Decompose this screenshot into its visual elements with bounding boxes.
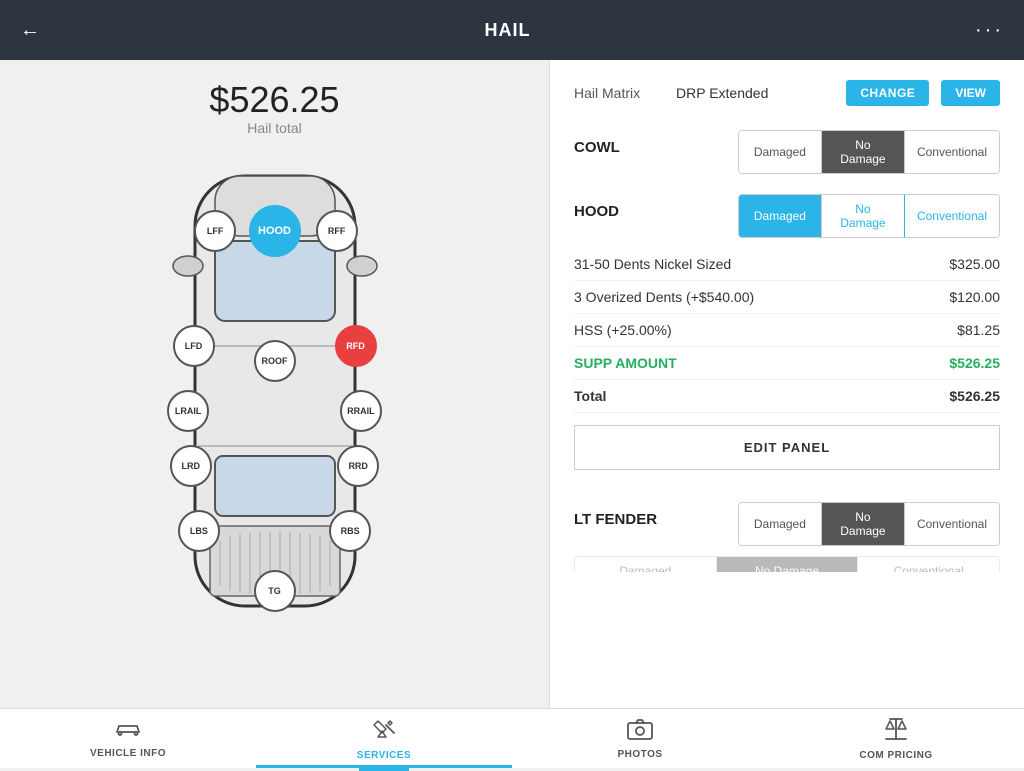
line-item-dents-label: 31-50 Dents Nickel Sized bbox=[574, 256, 731, 272]
car-icon bbox=[114, 719, 142, 745]
panel-rbs[interactable]: RBS bbox=[329, 510, 371, 552]
header: ← HAIL ··· bbox=[0, 0, 1024, 60]
nav-photos[interactable]: PHOTOS bbox=[512, 710, 768, 768]
back-button[interactable]: ← bbox=[20, 19, 40, 42]
hail-matrix-label: Hail Matrix bbox=[574, 85, 664, 101]
line-item-dents: 31-50 Dents Nickel Sized $325.00 bbox=[574, 248, 1000, 281]
panel-lbs[interactable]: LBS bbox=[178, 510, 220, 552]
panel-roof[interactable]: ROOF bbox=[254, 340, 296, 382]
nav-com-pricing[interactable]: COM PRICING bbox=[768, 709, 1024, 769]
hood-damaged-btn[interactable]: Damaged bbox=[739, 195, 822, 237]
panel-lrail[interactable]: LRAIL bbox=[167, 390, 209, 432]
hood-nodamage-btn[interactable]: No Damage bbox=[822, 195, 905, 237]
lt-fender-partial-btn1: Damaged bbox=[575, 557, 717, 572]
camera-icon bbox=[626, 718, 654, 746]
lt-fender-damaged-btn[interactable]: Damaged bbox=[739, 503, 822, 545]
hail-total-label: Hail total bbox=[247, 120, 301, 136]
line-item-total: Total $526.25 bbox=[574, 380, 1000, 413]
panel-lrd[interactable]: LRD bbox=[170, 445, 212, 487]
view-button[interactable]: VIEW bbox=[941, 80, 1000, 106]
nav-vehicle-info[interactable]: VEHICLE INFO bbox=[0, 711, 256, 767]
line-item-dents-value: $325.00 bbox=[949, 256, 1000, 272]
hood-header-row: HOOD Damaged No Damage Conventional bbox=[574, 194, 1000, 238]
line-item-oversize: 3 Overized Dents (+$540.00) $120.00 bbox=[574, 281, 1000, 314]
nav-services[interactable]: SERVICES bbox=[256, 709, 512, 769]
cowl-nodamage-btn[interactable]: No Damage bbox=[822, 131, 905, 173]
cowl-toggle-group: Damaged No Damage Conventional bbox=[738, 130, 1000, 174]
nav-photos-label: PHOTOS bbox=[617, 749, 662, 760]
lt-fender-partial-btn2: No Damage bbox=[717, 557, 859, 572]
line-item-hss: HSS (+25.00%) $81.25 bbox=[574, 314, 1000, 347]
edit-panel-button[interactable]: EDIT PANEL bbox=[574, 425, 1000, 470]
left-panel: $526.25 Hail total bbox=[0, 60, 550, 708]
line-item-total-value: $526.25 bbox=[949, 388, 1000, 404]
lt-fender-conventional-btn[interactable]: Conventional bbox=[905, 503, 999, 545]
nav-com-pricing-label: COM PRICING bbox=[859, 750, 932, 761]
line-item-total-label: Total bbox=[574, 388, 606, 404]
line-item-hss-label: HSS (+25.00%) bbox=[574, 322, 672, 338]
line-item-oversize-label: 3 Overized Dents (+$540.00) bbox=[574, 289, 754, 305]
nav-vehicle-info-label: VEHICLE INFO bbox=[90, 748, 166, 759]
cowl-section: COWL Damaged No Damage Conventional bbox=[574, 130, 1000, 174]
menu-button[interactable]: ··· bbox=[975, 19, 1004, 42]
lt-fender-header-row: LT FENDER Damaged No Damage Conventional bbox=[574, 502, 1000, 546]
lt-fender-partial-toggle: Damaged No Damage Conventional bbox=[574, 556, 1000, 572]
hail-total-amount: $526.25 bbox=[209, 80, 339, 120]
line-item-supp: SUPP AMOUNT $526.25 bbox=[574, 347, 1000, 380]
line-item-supp-label: SUPP AMOUNT bbox=[574, 355, 677, 371]
nav-services-label: SERVICES bbox=[357, 750, 411, 761]
hood-conventional-btn[interactable]: Conventional bbox=[905, 195, 999, 237]
cowl-header-row: COWL Damaged No Damage Conventional bbox=[574, 130, 1000, 174]
car-diagram: LFF HOOD RFF LFD ROOF RFD LRAIL RRAIL LR… bbox=[140, 146, 410, 646]
page-title: HAIL bbox=[485, 20, 531, 41]
line-item-oversize-value: $120.00 bbox=[949, 289, 1000, 305]
panel-hood[interactable]: HOOD bbox=[249, 205, 301, 257]
hood-title: HOOD bbox=[574, 203, 619, 220]
cowl-title: COWL bbox=[574, 139, 620, 156]
lt-fender-toggle-group: Damaged No Damage Conventional bbox=[738, 502, 1000, 546]
lt-fender-nodamage-btn[interactable]: No Damage bbox=[822, 503, 905, 545]
lt-fender-section: LT FENDER Damaged No Damage Conventional… bbox=[574, 502, 1000, 572]
line-item-hss-value: $81.25 bbox=[957, 322, 1000, 338]
panel-lff[interactable]: LFF bbox=[194, 210, 236, 252]
hood-toggle-group: Damaged No Damage Conventional bbox=[738, 194, 1000, 238]
panel-tg[interactable]: TG bbox=[254, 570, 296, 612]
line-item-supp-value: $526.25 bbox=[949, 355, 1000, 371]
bottom-nav: VEHICLE INFO SERVICES PHOTOS bbox=[0, 708, 1024, 768]
right-panel: Hail Matrix DRP Extended CHANGE VIEW COW… bbox=[550, 60, 1024, 708]
panel-rrail[interactable]: RRAIL bbox=[340, 390, 382, 432]
panel-rff[interactable]: RFF bbox=[316, 210, 358, 252]
tools-icon bbox=[370, 717, 398, 747]
panel-rfd[interactable]: RFD bbox=[335, 325, 377, 367]
panel-lfd[interactable]: LFD bbox=[173, 325, 215, 367]
change-button[interactable]: CHANGE bbox=[846, 80, 929, 106]
hail-matrix-value: DRP Extended bbox=[676, 85, 834, 101]
panel-rrd[interactable]: RRD bbox=[337, 445, 379, 487]
scale-icon bbox=[882, 717, 910, 747]
cowl-damaged-btn[interactable]: Damaged bbox=[739, 131, 822, 173]
cowl-conventional-btn[interactable]: Conventional bbox=[905, 131, 999, 173]
hood-section: HOOD Damaged No Damage Conventional 31-5… bbox=[574, 194, 1000, 482]
lt-fender-title: LT FENDER bbox=[574, 511, 657, 528]
lt-fender-partial-btn3: Conventional bbox=[858, 557, 999, 572]
main-content: $526.25 Hail total bbox=[0, 60, 1024, 708]
hail-matrix-row: Hail Matrix DRP Extended CHANGE VIEW bbox=[574, 80, 1000, 106]
